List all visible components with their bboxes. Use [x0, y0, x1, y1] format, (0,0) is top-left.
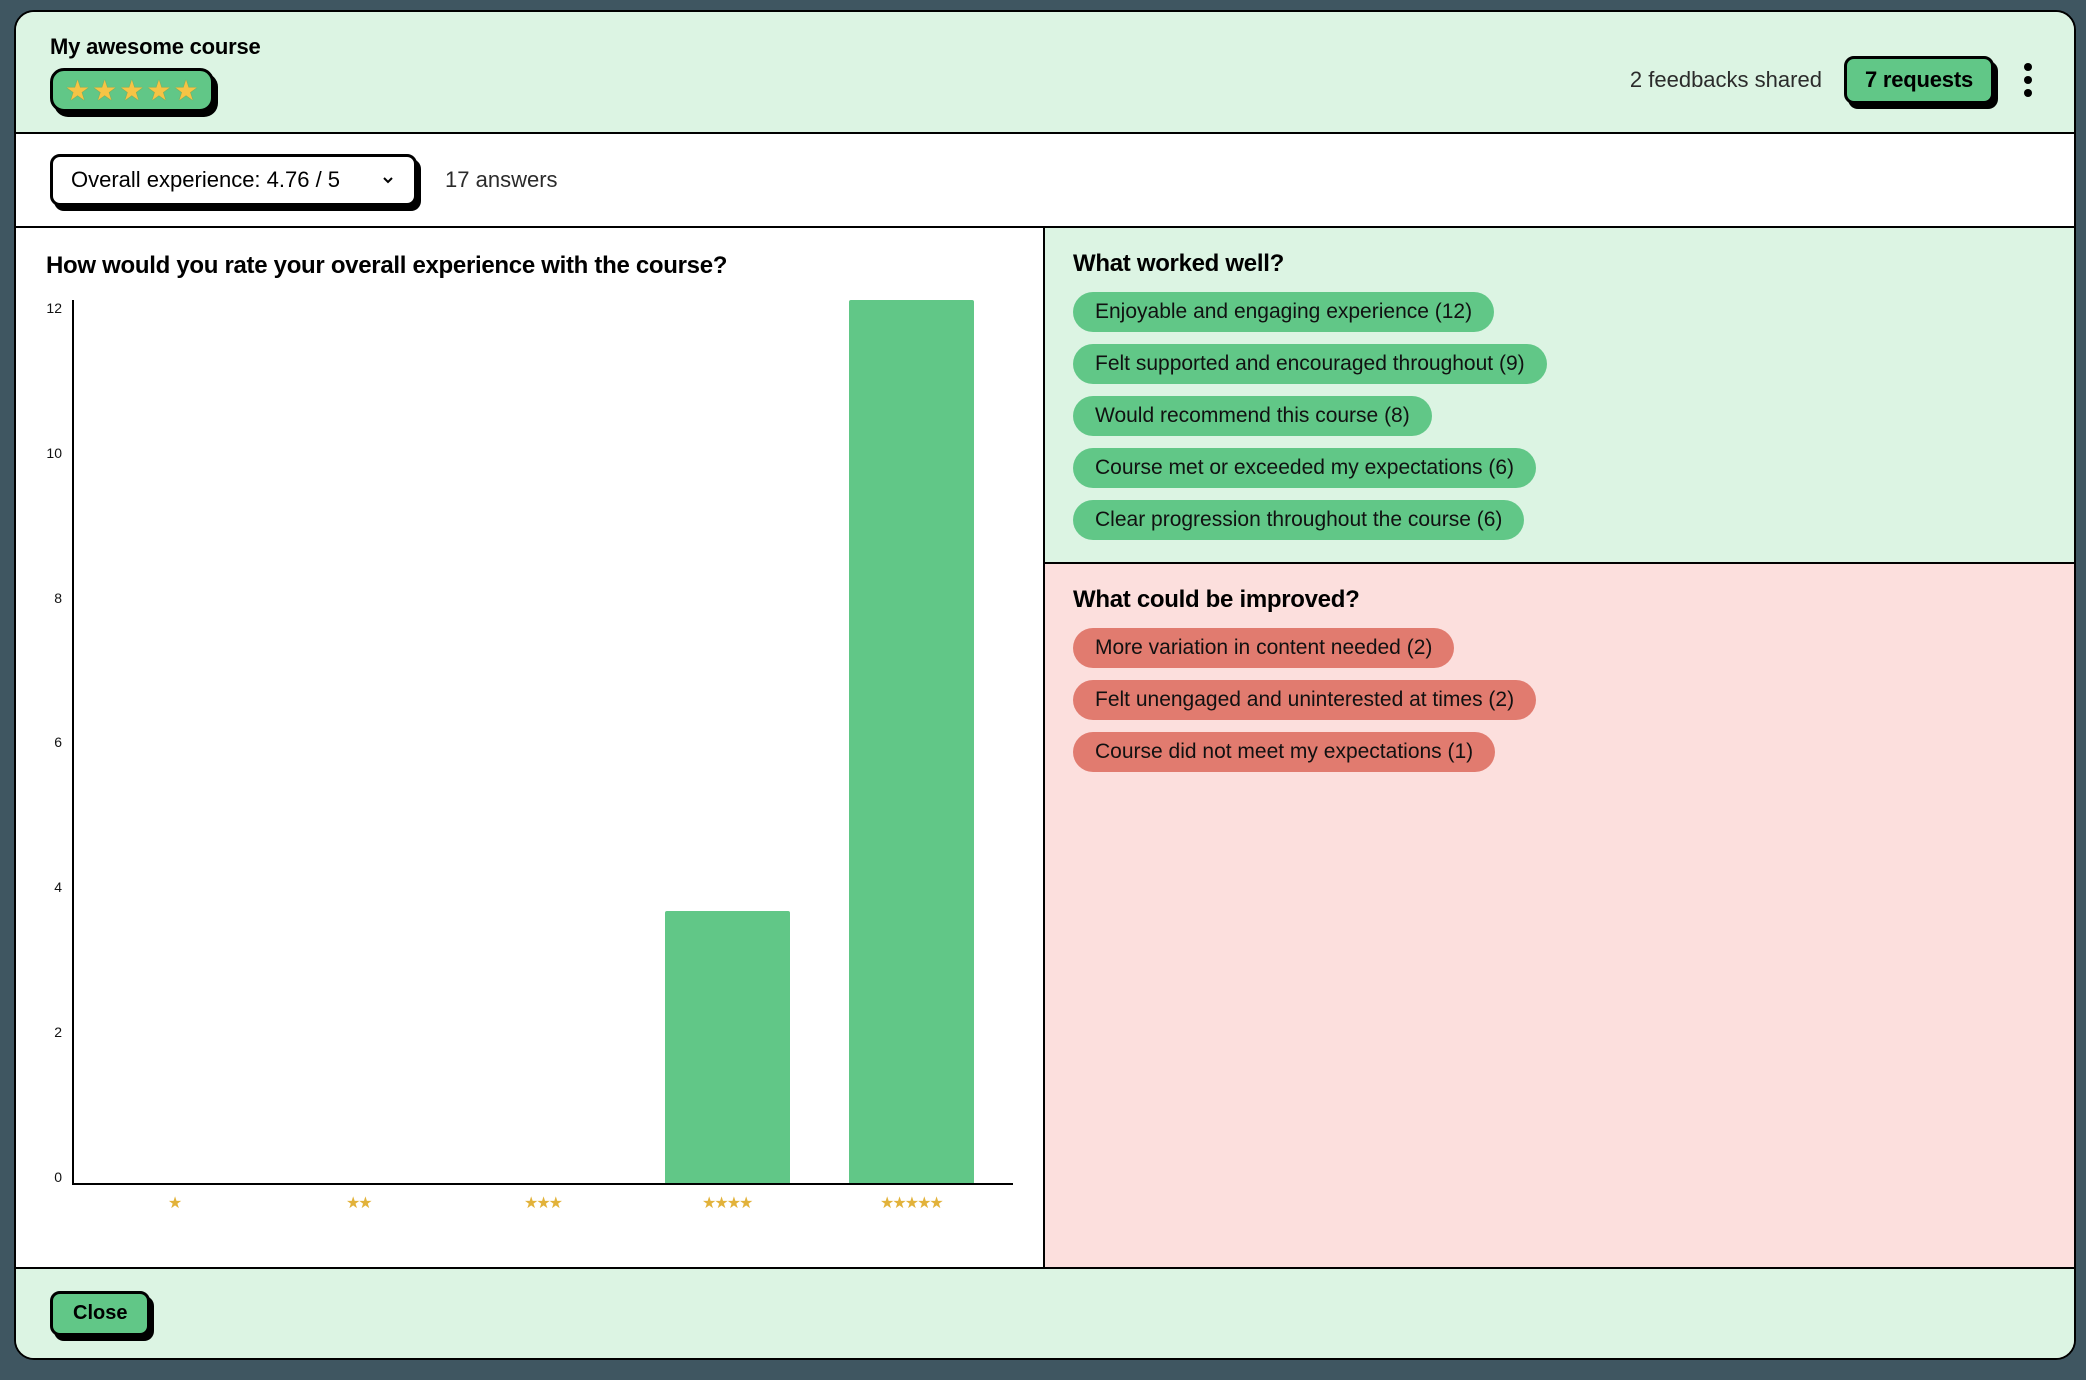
chart-pane: How would you rate your overall experien…: [16, 228, 1045, 1267]
y-tick: 4: [46, 879, 62, 895]
star-icon: ★: [173, 77, 198, 105]
chip[interactable]: Clear progression throughout the course …: [1073, 500, 1524, 540]
worked-well-chips: Enjoyable and engaging experience (12) Fe…: [1073, 292, 2046, 540]
x-tick: ★★★: [450, 1193, 634, 1213]
modal-header: My awesome course ★★★★★ 2 feedbacks shar…: [16, 12, 2074, 134]
bar-slot: [452, 300, 636, 1183]
y-tick: 8: [46, 590, 62, 606]
bar-slot: [819, 300, 1003, 1183]
bar-slot: [84, 300, 268, 1183]
x-tick: ★★★★★: [819, 1193, 1003, 1213]
close-button[interactable]: Close: [50, 1291, 150, 1336]
worked-well-pane: What worked well? Enjoyable and engaging…: [1045, 228, 2074, 564]
header-right: 2 feedbacks shared 7 requests: [1630, 34, 2040, 104]
chip[interactable]: Felt supported and encouraged throughout…: [1073, 344, 1547, 384]
star-icon: ★: [92, 77, 117, 105]
improve-pane: What could be improved? More variation i…: [1045, 564, 2074, 1267]
feedbacks-shared-label: 2 feedbacks shared: [1630, 67, 1822, 93]
chip[interactable]: Would recommend this course (8): [1073, 396, 1432, 436]
modal-footer: Close: [16, 1267, 2074, 1358]
toolbar: Overall experience: 4.76 / 5 17 answers: [16, 134, 2074, 228]
bar: [665, 911, 790, 1183]
feedback-modal: My awesome course ★★★★★ 2 feedbacks shar…: [14, 10, 2076, 1360]
improve-chips: More variation in content needed (2) Felt…: [1073, 628, 2046, 772]
x-tick: ★★★★: [635, 1193, 819, 1213]
x-axis: ★★★★★★★★★★★★★★★: [46, 1193, 1013, 1213]
more-icon[interactable]: [2016, 59, 2040, 101]
bar: [849, 300, 974, 1183]
y-axis: 0 2 4 6 8 10 12: [46, 300, 72, 1185]
bar-chart: 0 2 4 6 8 10 12: [46, 300, 1013, 1185]
main: How would you rate your overall experien…: [16, 228, 2074, 1267]
chip[interactable]: Felt unengaged and uninterested at times…: [1073, 680, 1536, 720]
y-tick: 2: [46, 1024, 62, 1040]
plot-area: [72, 300, 1013, 1185]
star-icon: ★: [119, 77, 144, 105]
y-tick: 6: [46, 734, 62, 750]
bar-slot: [268, 300, 452, 1183]
chart-title: How would you rate your overall experien…: [46, 252, 1013, 280]
feedback-panes: What worked well? Enjoyable and engaging…: [1045, 228, 2074, 1267]
question-select[interactable]: Overall experience: 4.76 / 5: [50, 154, 417, 206]
x-tick: ★: [82, 1193, 266, 1213]
chip[interactable]: Enjoyable and engaging experience (12): [1073, 292, 1494, 332]
chip[interactable]: Course met or exceeded my expectations (…: [1073, 448, 1536, 488]
header-left: My awesome course ★★★★★: [50, 34, 261, 112]
question-select-label: Overall experience: 4.76 / 5: [71, 167, 340, 193]
star-icon: ★: [65, 77, 90, 105]
answers-count: 17 answers: [445, 167, 558, 193]
worked-well-title: What worked well?: [1073, 250, 2046, 278]
bar-slot: [635, 300, 819, 1183]
y-tick: 12: [46, 300, 62, 316]
requests-button[interactable]: 7 requests: [1844, 56, 1994, 104]
chip[interactable]: More variation in content needed (2): [1073, 628, 1454, 668]
rating-badge[interactable]: ★★★★★: [50, 68, 214, 112]
x-tick: ★★: [266, 1193, 450, 1213]
course-title: My awesome course: [50, 34, 261, 60]
y-tick: 0: [46, 1169, 62, 1185]
y-tick: 10: [46, 445, 62, 461]
improve-title: What could be improved?: [1073, 586, 2046, 614]
chevron-down-icon: [380, 172, 396, 188]
star-icon: ★: [146, 77, 171, 105]
chip[interactable]: Course did not meet my expectations (1): [1073, 732, 1495, 772]
